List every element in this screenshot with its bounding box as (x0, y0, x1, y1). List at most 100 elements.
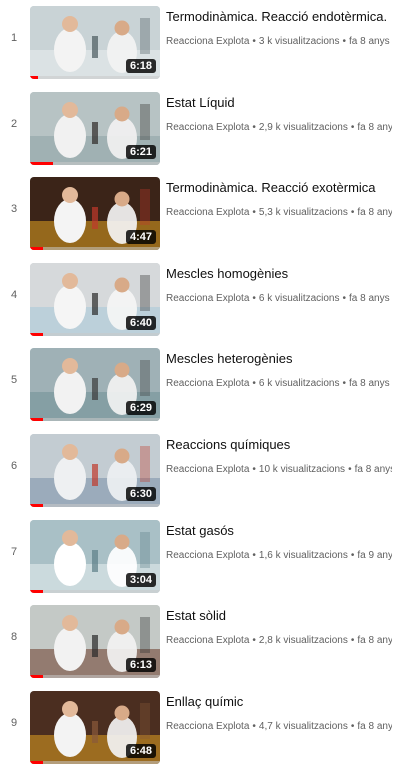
video-meta: Reacciona Explota • 6 k visualitzacions • fa… (166, 377, 392, 391)
channel-name[interactable]: Reacciona Explota (166, 550, 249, 561)
channel-name[interactable]: Reacciona Explota (166, 36, 249, 47)
duration-badge: 6:13 (125, 658, 156, 672)
video-thumbnail[interactable]: 6:13 (30, 605, 160, 678)
meta-separator: • (350, 207, 355, 218)
channel-name[interactable]: Reacciona Explota (166, 635, 249, 646)
meta-separator: • (350, 635, 355, 646)
video-title[interactable]: Estat sòlid (166, 607, 392, 624)
playlist-item[interactable]: 5 6:29 Mescles heterogènies Reacciona Explo… (0, 342, 396, 421)
duration-badge: 6:40 (125, 316, 156, 330)
meta-separator: • (252, 721, 256, 732)
duration-badge: 6:29 (125, 401, 156, 415)
video-thumbnail[interactable]: 6:29 (30, 348, 160, 421)
playlist-item[interactable]: 9 6:48 Enllaç químic Reacciona Explota • 4,7 … (0, 685, 396, 764)
playlist-item[interactable]: 8 6:13 Estat sòlid Reacciona Explota • 2,8 k … (0, 599, 396, 678)
view-count: 2,8 k visualitzacions (258, 635, 348, 646)
playlist-item[interactable]: 1 6:18 Termodinàmica. Reacció endotèrmica.… (0, 0, 396, 79)
view-count: 3 k visualitzacions (258, 36, 340, 47)
playlist-item-index: 1 (10, 32, 18, 44)
meta-separator: • (252, 378, 256, 389)
meta-separator: • (342, 36, 347, 47)
view-count: 5,3 k visualitzacions (258, 207, 348, 218)
video-thumbnail[interactable]: 6:18 (30, 6, 160, 79)
watch-progress-bar (30, 418, 43, 421)
view-count: 10 k visualitzacions (258, 464, 346, 475)
video-title[interactable]: Estat Líquid (166, 94, 392, 111)
duration-badge: 6:48 (125, 744, 156, 758)
upload-age: fa 8 anys (349, 36, 390, 47)
meta-separator: • (252, 36, 256, 47)
view-count: 6 k visualitzacions (258, 293, 340, 304)
meta-separator: • (350, 122, 355, 133)
video-thumbnail[interactable]: 6:40 (30, 263, 160, 336)
duration-badge: 6:30 (125, 487, 156, 501)
watch-progress-track (30, 675, 160, 678)
video-thumbnail[interactable]: 3:04 (30, 520, 160, 593)
watch-progress-bar (30, 590, 43, 593)
view-count: 4,7 k visualitzacions (258, 721, 348, 732)
video-meta: Reacciona Explota • 6 k visualitzacions • fa… (166, 292, 392, 306)
duration-badge: 6:21 (125, 145, 156, 159)
channel-name[interactable]: Reacciona Explota (166, 293, 249, 304)
watch-progress-bar (30, 333, 43, 336)
upload-age: fa 8 anys (354, 464, 392, 475)
upload-age: fa 8 anys (357, 721, 392, 732)
playlist-item[interactable]: 3 4:47 Termodinàmica. Reacció exotèrmica Re… (0, 171, 396, 250)
meta-separator: • (252, 122, 256, 133)
meta-separator: • (252, 464, 256, 475)
channel-name[interactable]: Reacciona Explota (166, 378, 249, 389)
video-meta: Reacciona Explota • 2,8 k visualitzacions •… (166, 634, 392, 648)
channel-name[interactable]: Reacciona Explota (166, 464, 249, 475)
watch-progress-track (30, 761, 160, 764)
watch-progress-track (30, 76, 160, 79)
watch-progress-bar (30, 76, 38, 79)
video-meta: Reacciona Explota • 2,9 k visualitzacions •… (166, 121, 392, 135)
meta-separator: • (252, 207, 256, 218)
video-title[interactable]: Mescles homogènies (166, 265, 392, 282)
video-title[interactable]: Enllaç químic (166, 693, 392, 710)
watch-progress-bar (30, 675, 43, 678)
video-meta: Reacciona Explota • 1,6 k visualitzacions •… (166, 549, 392, 563)
playlist-item[interactable]: 7 3:04 Estat gasós Reacciona Explota • 1,6 k … (0, 514, 396, 593)
video-title[interactable]: Termodinàmica. Reacció endotèrmica. (166, 8, 392, 25)
video-title[interactable]: Mescles heterogènies (166, 350, 392, 367)
upload-age: fa 8 anys (357, 635, 392, 646)
playlist-item-index: 4 (10, 289, 18, 301)
meta-separator: • (252, 293, 256, 304)
watch-progress-bar (30, 761, 43, 764)
watch-progress-bar (30, 162, 54, 165)
upload-age: fa 8 anys (357, 122, 392, 133)
meta-separator: • (252, 550, 256, 561)
meta-separator: • (342, 378, 347, 389)
playlist-item-index: 5 (10, 374, 18, 386)
meta-separator: • (252, 635, 256, 646)
playlist-item[interactable]: 2 6:21 Estat Líquid Reacciona Explota • 2,9 k… (0, 86, 396, 165)
duration-badge: 6:18 (125, 59, 156, 73)
duration-badge: 3:04 (125, 573, 156, 587)
playlist-item[interactable]: 6 6:30 Reaccions químiques Reacciona Explot… (0, 428, 396, 507)
video-meta: Reacciona Explota • 3 k visualitzacions • fa… (166, 35, 392, 49)
video-thumbnail[interactable]: 6:30 (30, 434, 160, 507)
upload-age: fa 9 anys (357, 550, 392, 561)
video-thumbnail[interactable]: 6:48 (30, 691, 160, 764)
playlist-panel: 1 6:18 Termodinàmica. Reacció endotèrmica.… (0, 0, 396, 770)
video-meta: Reacciona Explota • 4,7 k visualitzacions •… (166, 720, 392, 734)
video-meta: Reacciona Explota • 5,3 k visualitzacions •… (166, 206, 392, 220)
playlist-item-index: 8 (10, 631, 18, 643)
playlist-item[interactable]: 4 6:40 Mescles homogènies Reacciona Explota… (0, 257, 396, 336)
video-thumbnail[interactable]: 4:47 (30, 177, 160, 250)
meta-separator: • (350, 721, 355, 732)
video-thumbnail[interactable]: 6:21 (30, 92, 160, 165)
watch-progress-track (30, 590, 160, 593)
playlist-item-index: 3 (10, 203, 18, 215)
channel-name[interactable]: Reacciona Explota (166, 207, 249, 218)
watch-progress-bar (30, 247, 43, 250)
video-title[interactable]: Termodinàmica. Reacció exotèrmica (166, 179, 392, 196)
watch-progress-track (30, 504, 160, 507)
playlist-item-index: 9 (10, 717, 18, 729)
video-title[interactable]: Reaccions químiques (166, 436, 392, 453)
playlist-item-index: 7 (10, 546, 18, 558)
video-title[interactable]: Estat gasós (166, 522, 392, 539)
channel-name[interactable]: Reacciona Explota (166, 721, 249, 732)
channel-name[interactable]: Reacciona Explota (166, 122, 249, 133)
